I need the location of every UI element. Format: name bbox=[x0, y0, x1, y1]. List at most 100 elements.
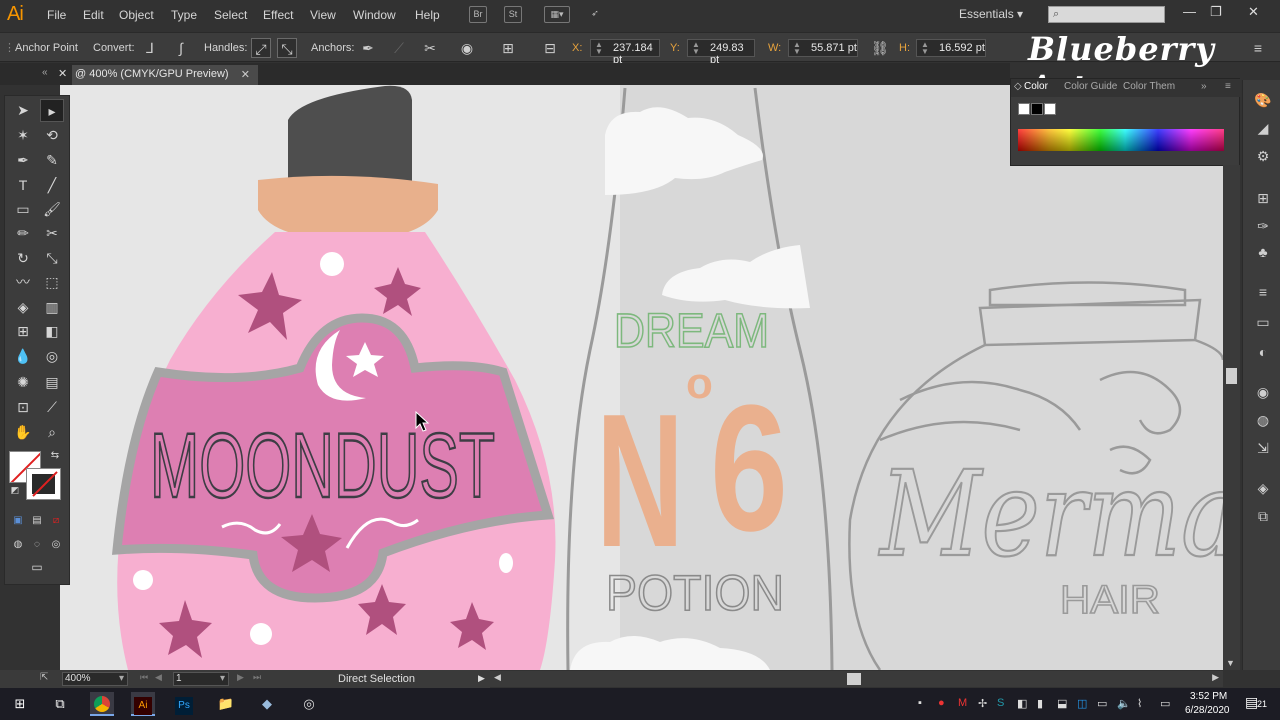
h-field[interactable]: ▲ ▼ 16.592 pt bbox=[916, 39, 986, 57]
black-swatch[interactable] bbox=[1031, 103, 1043, 115]
bridge-button[interactable]: Br bbox=[469, 6, 487, 23]
slice-tool-icon[interactable]: ⟋ bbox=[40, 396, 64, 419]
vertical-scrollbar[interactable]: ▼ bbox=[1223, 165, 1240, 670]
anchor-align-icon[interactable]: ⊞ bbox=[498, 38, 518, 58]
expand-panel-icon[interactable]: » bbox=[1201, 81, 1207, 92]
next-artboard-icon[interactable]: ▶ bbox=[237, 672, 244, 683]
cut-path-icon[interactable]: ✂ bbox=[420, 38, 440, 58]
symbol-sprayer-tool-icon[interactable]: ✺ bbox=[11, 371, 35, 394]
artboard-tool-icon[interactable]: ⊡ bbox=[11, 396, 35, 419]
shape-builder-tool-icon[interactable]: ◈ bbox=[11, 296, 35, 319]
paintbrush-tool-icon[interactable]: 🖌 bbox=[40, 198, 64, 221]
free-transform-tool-icon[interactable]: ⬚ bbox=[40, 271, 64, 294]
curvature-tool-icon[interactable]: ✎ bbox=[40, 149, 64, 172]
stock-button[interactable]: St bbox=[504, 6, 522, 23]
menu-window[interactable]: Window bbox=[353, 8, 396, 22]
workspace-switcher[interactable]: Essentials ▾ bbox=[959, 7, 1023, 21]
graphic-styles-icon[interactable]: ⚙ bbox=[1253, 146, 1273, 166]
minimize-button[interactable]: — bbox=[1183, 4, 1196, 19]
draw-inside-icon[interactable]: ◎ bbox=[44, 533, 68, 556]
symbols-icon[interactable]: ♣ bbox=[1253, 242, 1273, 262]
none-swatch[interactable] bbox=[1018, 103, 1030, 115]
default-colors-icon[interactable]: ◩ bbox=[3, 479, 27, 502]
photoshop-app-icon[interactable]: Ps bbox=[172, 692, 196, 716]
y-field[interactable]: ▲ ▼ 249.83 pt bbox=[687, 39, 755, 66]
menu-file[interactable]: File bbox=[47, 8, 66, 22]
graphic-style-icon[interactable]: ◍ bbox=[1253, 410, 1273, 430]
battery-icon[interactable]: ▭ bbox=[1160, 697, 1170, 710]
convert-smooth-icon[interactable]: ∫ bbox=[171, 38, 191, 58]
magic-wand-tool-icon[interactable]: ✶ bbox=[11, 124, 35, 147]
scroll-down-icon[interactable]: ▼ bbox=[1226, 658, 1235, 668]
search-input[interactable]: ⌕ bbox=[1048, 6, 1165, 23]
screen-mode-icon[interactable]: ▭ bbox=[25, 556, 49, 579]
tray-icon-6[interactable]: ◧ bbox=[1017, 697, 1027, 710]
stroke-icon[interactable]: ≡ bbox=[1253, 282, 1273, 302]
w-field[interactable]: ▲ ▼ 55.871 pt bbox=[788, 39, 858, 57]
brushes-icon[interactable]: ✑ bbox=[1253, 216, 1273, 236]
clock-time[interactable]: 3:52 PM bbox=[1190, 691, 1227, 702]
x-stepper-icon[interactable]: ▲ ▼ bbox=[595, 41, 603, 56]
asset-export-icon[interactable]: ⇲ bbox=[1253, 438, 1273, 458]
app-pinned-icon[interactable]: ◆ bbox=[255, 692, 279, 716]
layers-icon[interactable]: ◈ bbox=[1253, 478, 1273, 498]
current-tool-status[interactable]: Direct Selection bbox=[338, 673, 415, 685]
prev-artboard-icon[interactable]: ◀ bbox=[155, 672, 162, 683]
transform-icon[interactable]: ⊞ bbox=[1253, 188, 1273, 208]
artboard-dropdown-icon[interactable]: ▾ bbox=[220, 673, 225, 684]
blend-tool-icon[interactable]: ◎ bbox=[40, 345, 64, 368]
constrain-proportions-icon[interactable]: ⛓ bbox=[870, 38, 890, 58]
skype-icon[interactable]: S bbox=[997, 697, 1004, 709]
remove-anchor-icon[interactable]: ✒ bbox=[358, 38, 378, 58]
zoom-dropdown-icon[interactable]: ▾ bbox=[119, 673, 124, 684]
horizontal-scroll-thumb[interactable] bbox=[847, 673, 861, 685]
tray-icon-2[interactable]: ● bbox=[938, 697, 945, 709]
color-spectrum[interactable] bbox=[1018, 129, 1224, 151]
rotate-tool-icon[interactable]: ↻ bbox=[11, 247, 35, 270]
status-share-icon[interactable]: ⇱ bbox=[40, 672, 48, 683]
warp-tool-icon[interactable]: 〰 bbox=[11, 271, 35, 294]
menu-object[interactable]: Object bbox=[119, 8, 154, 22]
y-stepper-icon[interactable]: ▲ ▼ bbox=[692, 41, 700, 56]
w-stepper-icon[interactable]: ▲ ▼ bbox=[793, 41, 801, 56]
menu-select[interactable]: Select bbox=[214, 8, 247, 22]
connect-anchors-icon[interactable]: ⟋ bbox=[389, 38, 409, 58]
panel-menu-icon[interactable]: ≡ bbox=[1248, 38, 1268, 58]
hide-handles-icon[interactable]: ⤡ bbox=[277, 38, 297, 58]
gradient-tool-icon[interactable]: ◧ bbox=[40, 320, 64, 343]
scissors-tool-icon[interactable]: ✂ bbox=[40, 222, 64, 245]
convert-corner-icon[interactable]: ⅃ bbox=[140, 38, 160, 58]
transform-reference-icon[interactable]: ⊟ bbox=[540, 38, 560, 58]
direct-selection-tool-icon[interactable]: ▸ bbox=[40, 99, 64, 122]
line-tool-icon[interactable]: ╱ bbox=[40, 174, 64, 197]
menu-type[interactable]: Type bbox=[171, 8, 197, 22]
h-stepper-icon[interactable]: ▲ ▼ bbox=[921, 41, 929, 56]
tray-icon-7[interactable]: ▮ bbox=[1037, 697, 1043, 710]
status-menu-arrow-icon[interactable]: ▶ bbox=[478, 673, 485, 684]
tab-color-themes[interactable]: Color Them bbox=[1123, 81, 1175, 92]
appearance-icon[interactable]: ◢ bbox=[1253, 118, 1273, 138]
menu-view[interactable]: View bbox=[310, 8, 336, 22]
none-mode-icon[interactable]: ⧄ bbox=[44, 509, 68, 532]
x-field[interactable]: ▲ ▼ 237.184 pt bbox=[590, 39, 660, 66]
scroll-left-icon[interactable]: ◀ bbox=[494, 672, 501, 683]
close-toolbox-icon[interactable]: ✕ bbox=[58, 67, 67, 80]
arrange-documents-icon[interactable]: ▦▾ bbox=[544, 6, 570, 23]
zoom-tool-icon[interactable]: ⌕ bbox=[40, 421, 64, 444]
menu-edit[interactable]: Edit bbox=[83, 8, 104, 22]
task-view-icon[interactable]: ⧉ bbox=[48, 692, 72, 716]
horizontal-scrollbar[interactable]: ◀ ▶ bbox=[490, 671, 1223, 687]
menu-help[interactable]: Help bbox=[415, 8, 440, 22]
tab-color-guide[interactable]: Color Guide bbox=[1064, 81, 1117, 92]
gradient-icon[interactable]: ▭ bbox=[1253, 312, 1273, 332]
transparency-icon[interactable]: ◐ bbox=[1253, 342, 1273, 362]
tray-icon-9[interactable]: ◫ bbox=[1077, 697, 1087, 710]
perspective-grid-tool-icon[interactable]: ▥ bbox=[40, 296, 64, 319]
color-panel-icon[interactable]: 🎨 bbox=[1253, 90, 1273, 110]
color-panel-menu-icon[interactable]: ≡ bbox=[1225, 81, 1231, 92]
mesh-tool-icon[interactable]: ⊞ bbox=[11, 320, 35, 343]
document-tab[interactable]: @ 400% (CMYK/GPU Preview) ✕ bbox=[72, 65, 258, 85]
artboard-canvas[interactable]: MOONDUST DREAM N o 6 POTION Merma HAIR bbox=[60, 85, 1223, 670]
tray-icon-3[interactable]: M bbox=[958, 697, 967, 709]
menu-effect[interactable]: Effect bbox=[263, 8, 293, 22]
